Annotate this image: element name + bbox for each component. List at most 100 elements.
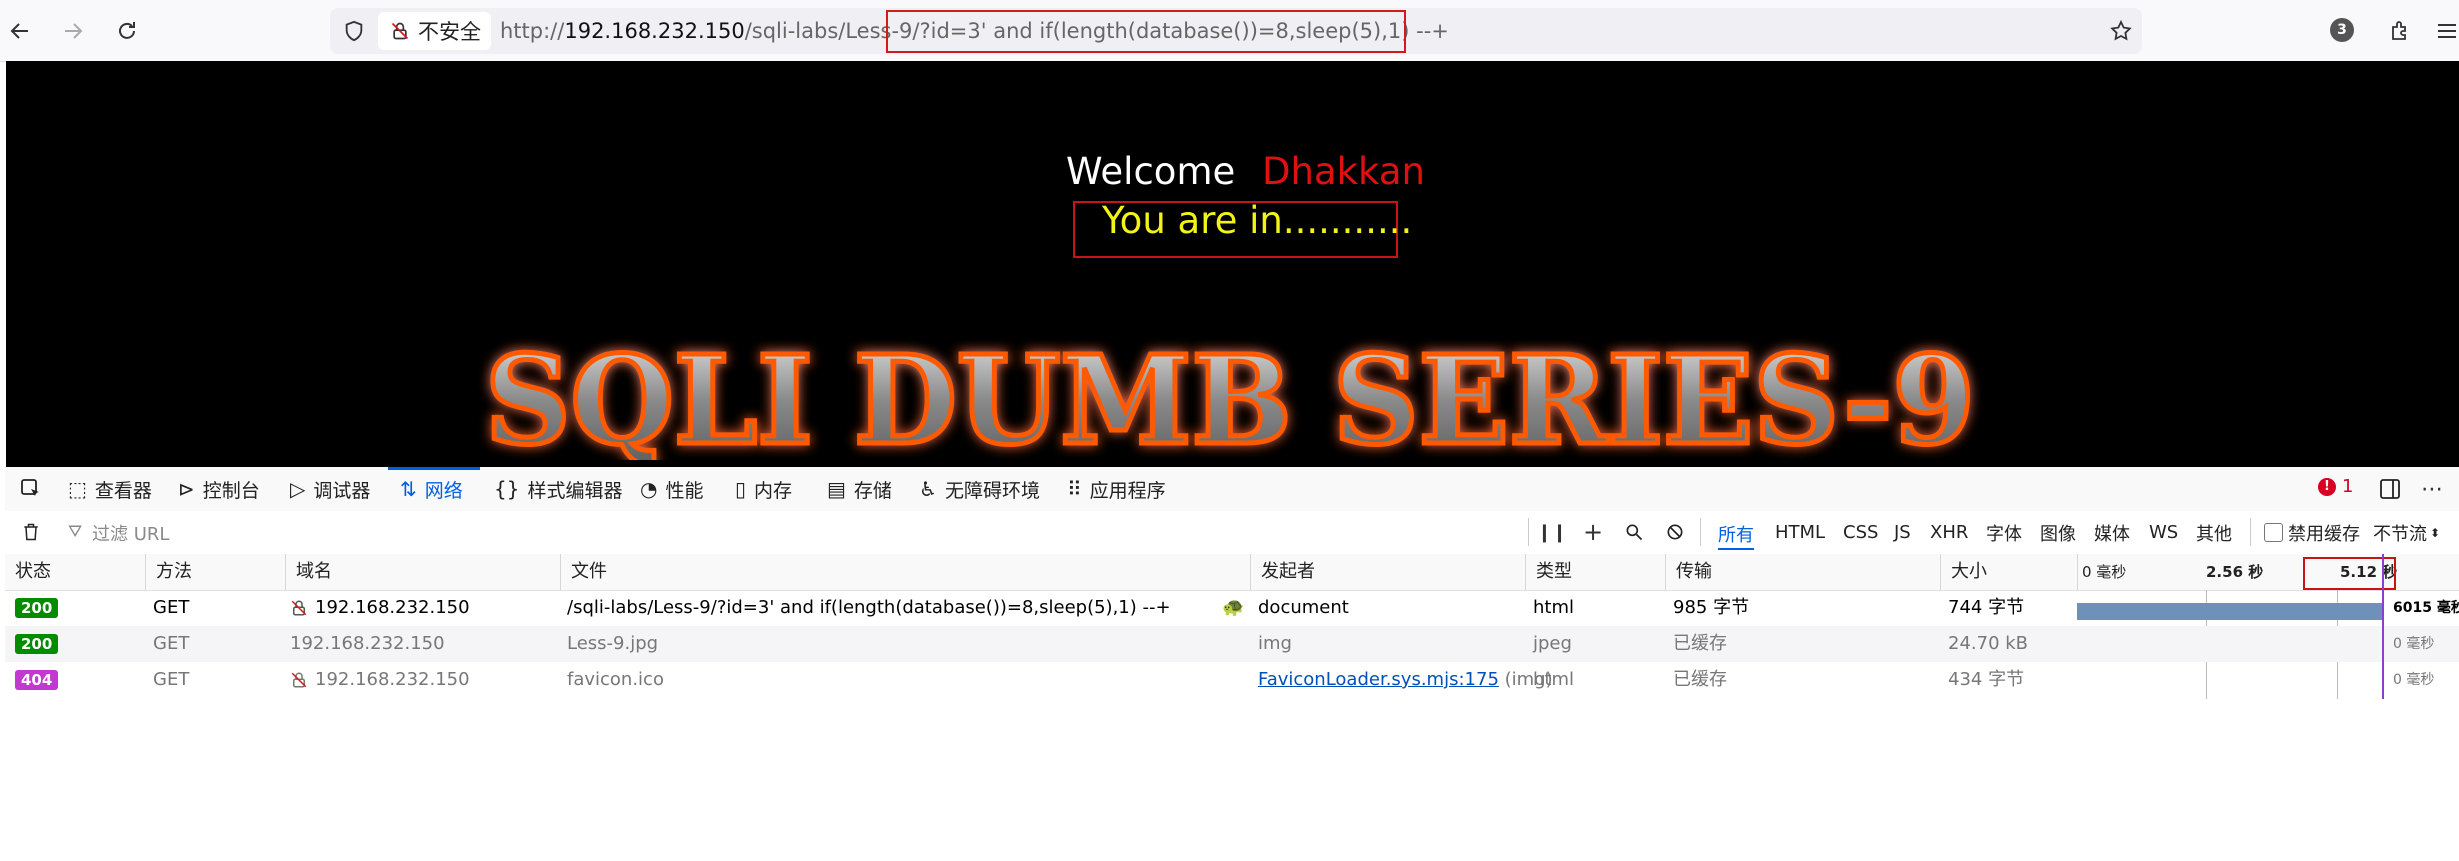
error-icon: ! xyxy=(2318,477,2336,496)
filter-type-media[interactable]: 媒体 xyxy=(2094,511,2130,554)
tab-style-editor[interactable]: {} 样式编辑器 xyxy=(494,467,622,511)
disable-cache-checkbox[interactable] xyxy=(2264,523,2283,542)
error-count-badge[interactable]: ! 1 xyxy=(2318,476,2353,497)
timing-label: 6015 毫秒 xyxy=(2393,600,2459,616)
console-icon: ⊳ xyxy=(178,477,195,501)
back-button[interactable] xyxy=(3,14,37,48)
tab-label: 性能 xyxy=(665,479,704,502)
clear-button[interactable] xyxy=(14,515,48,549)
filter-type-ws[interactable]: WS xyxy=(2149,511,2178,554)
table-row[interactable]: 404 GET 192.168.232.150 favicon.ico Favi… xyxy=(0,662,2459,698)
col-transferred[interactable]: 传输 xyxy=(1665,554,1940,590)
element-picker-button[interactable] xyxy=(14,472,48,506)
tab-label: 调试器 xyxy=(313,479,371,502)
timing-label: 0 毫秒 xyxy=(2393,636,2435,652)
puzzle-icon xyxy=(2392,21,2406,40)
load-event-marker xyxy=(2382,554,2384,699)
col-status[interactable]: 状态 xyxy=(5,554,145,590)
type-cell: jpeg xyxy=(1533,633,1572,654)
pause-button[interactable]: ❙❙ xyxy=(1535,515,1569,549)
tab-inspector[interactable]: ⬚ 查看器 xyxy=(68,467,152,511)
search-button[interactable] xyxy=(1617,515,1651,549)
col-domain[interactable]: 域名 xyxy=(285,554,560,590)
timing-label: 0 毫秒 xyxy=(2393,672,2435,688)
throttle-select[interactable]: 不节流 ⬍ xyxy=(2373,511,2440,554)
more-icon: ⋯ xyxy=(2421,476,2443,502)
left-edge xyxy=(0,467,5,861)
filter-type-js[interactable]: JS xyxy=(1894,511,1911,554)
filter-type-css[interactable]: CSS xyxy=(1843,511,1878,554)
dock-side-button[interactable] xyxy=(2373,472,2407,506)
braces-icon: {} xyxy=(494,477,520,501)
waterfall-tick-0: 0 毫秒 xyxy=(2082,563,2127,581)
domain-cell: 192.168.232.150 xyxy=(315,597,470,618)
pause-icon: ❙❙ xyxy=(1536,521,1568,543)
storage-icon: ▤ xyxy=(827,477,846,501)
tab-label: 查看器 xyxy=(94,479,152,502)
add-request-button[interactable]: + xyxy=(1576,515,1610,549)
bookmark-button[interactable] xyxy=(2104,14,2138,48)
tab-network[interactable]: ⇅ 网络 xyxy=(400,467,463,511)
disable-cache-label: 禁用缓存 xyxy=(2288,523,2360,545)
tracking-protection-button[interactable] xyxy=(337,14,371,48)
banner-image: SQLI DUMB SERIES-9 xyxy=(483,335,1978,460)
security-label: 不安全 xyxy=(418,20,481,44)
filter-type-image[interactable]: 图像 xyxy=(2040,511,2076,554)
search-icon xyxy=(1626,524,1643,541)
forward-button[interactable] xyxy=(56,14,90,48)
transferred-cell: 985 字节 xyxy=(1673,597,1750,618)
pick-element-icon xyxy=(21,479,39,496)
tab-memory[interactable]: ▯ 内存 xyxy=(735,467,792,511)
col-type[interactable]: 类型 xyxy=(1525,554,1665,590)
col-file[interactable]: 文件 xyxy=(560,554,1250,590)
filter-type-other[interactable]: 其他 xyxy=(2196,511,2232,554)
debugger-icon: ▷ xyxy=(290,477,306,501)
file-cell: favicon.ico xyxy=(567,669,664,690)
tab-performance[interactable]: ◔ 性能 xyxy=(640,467,703,511)
transferred-cell: 已缓存 xyxy=(1673,633,1727,654)
arrow-right-icon xyxy=(65,23,83,39)
tab-application[interactable]: ⠿ 应用程序 xyxy=(1067,467,1166,511)
separator xyxy=(1528,518,1529,546)
welcome-name: Dhakkan xyxy=(1262,150,1425,193)
grid-icon: ⠿ xyxy=(1067,477,1082,501)
col-method[interactable]: 方法 xyxy=(145,554,285,590)
insecure-lock-icon xyxy=(291,600,307,616)
col-size[interactable]: 大小 xyxy=(1940,554,2080,590)
extensions-count-badge[interactable]: 3 xyxy=(2330,18,2354,42)
accessibility-icon: ♿ xyxy=(919,477,937,501)
filter-type-html[interactable]: HTML xyxy=(1775,511,1825,554)
extensions-button[interactable] xyxy=(2383,14,2417,48)
tab-debugger[interactable]: ▷ 调试器 xyxy=(290,467,370,511)
col-waterfall[interactable]: 0 毫秒 xyxy=(2077,554,2459,590)
error-count: 1 xyxy=(2342,476,2354,497)
method-cell: GET xyxy=(153,597,190,618)
col-initiator[interactable]: 发起者 xyxy=(1250,554,1525,590)
tab-console[interactable]: ⊳ 控制台 xyxy=(178,467,260,511)
menu-button[interactable] xyxy=(2430,14,2459,48)
waterfall-tick-1: 2.56 秒 xyxy=(2206,563,2264,581)
tab-storage[interactable]: ▤ 存储 xyxy=(827,467,892,511)
filter-url-input[interactable] xyxy=(66,518,1544,550)
tab-accessibility[interactable]: ♿ 无障碍环境 xyxy=(919,467,1040,511)
type-cell: html xyxy=(1533,597,1575,618)
initiator-link[interactable]: FaviconLoader.sys.mjs:175 xyxy=(1258,669,1499,690)
insecure-lock-icon xyxy=(291,672,307,688)
filter-type-font[interactable]: 字体 xyxy=(1986,511,2022,554)
banner-text: SQLI DUMB SERIES-9 xyxy=(485,335,1975,460)
domain-cell: 192.168.232.150 xyxy=(315,669,470,690)
filter-type-all[interactable]: 所有 xyxy=(1718,520,1754,550)
url-prefix: http:// xyxy=(500,19,565,43)
table-row[interactable]: 200 GET 192.168.232.150 Less-9.jpg img j… xyxy=(0,626,2459,662)
domain-cell: 192.168.232.150 xyxy=(290,633,445,654)
devtools-options-button[interactable]: ⋯ xyxy=(2415,472,2449,506)
filter-type-xhr[interactable]: XHR xyxy=(1930,511,1968,554)
network-icon: ⇅ xyxy=(400,477,417,501)
reload-button[interactable] xyxy=(110,14,144,48)
block-button[interactable] xyxy=(1658,515,1692,549)
turtle-icon: 🐢 xyxy=(1222,597,1245,618)
throttle-value: 不节流 xyxy=(2373,523,2427,545)
site-security-button[interactable]: 不安全 xyxy=(378,12,491,50)
status-badge: 200 xyxy=(15,598,59,618)
gauge-icon: ◔ xyxy=(640,477,658,501)
